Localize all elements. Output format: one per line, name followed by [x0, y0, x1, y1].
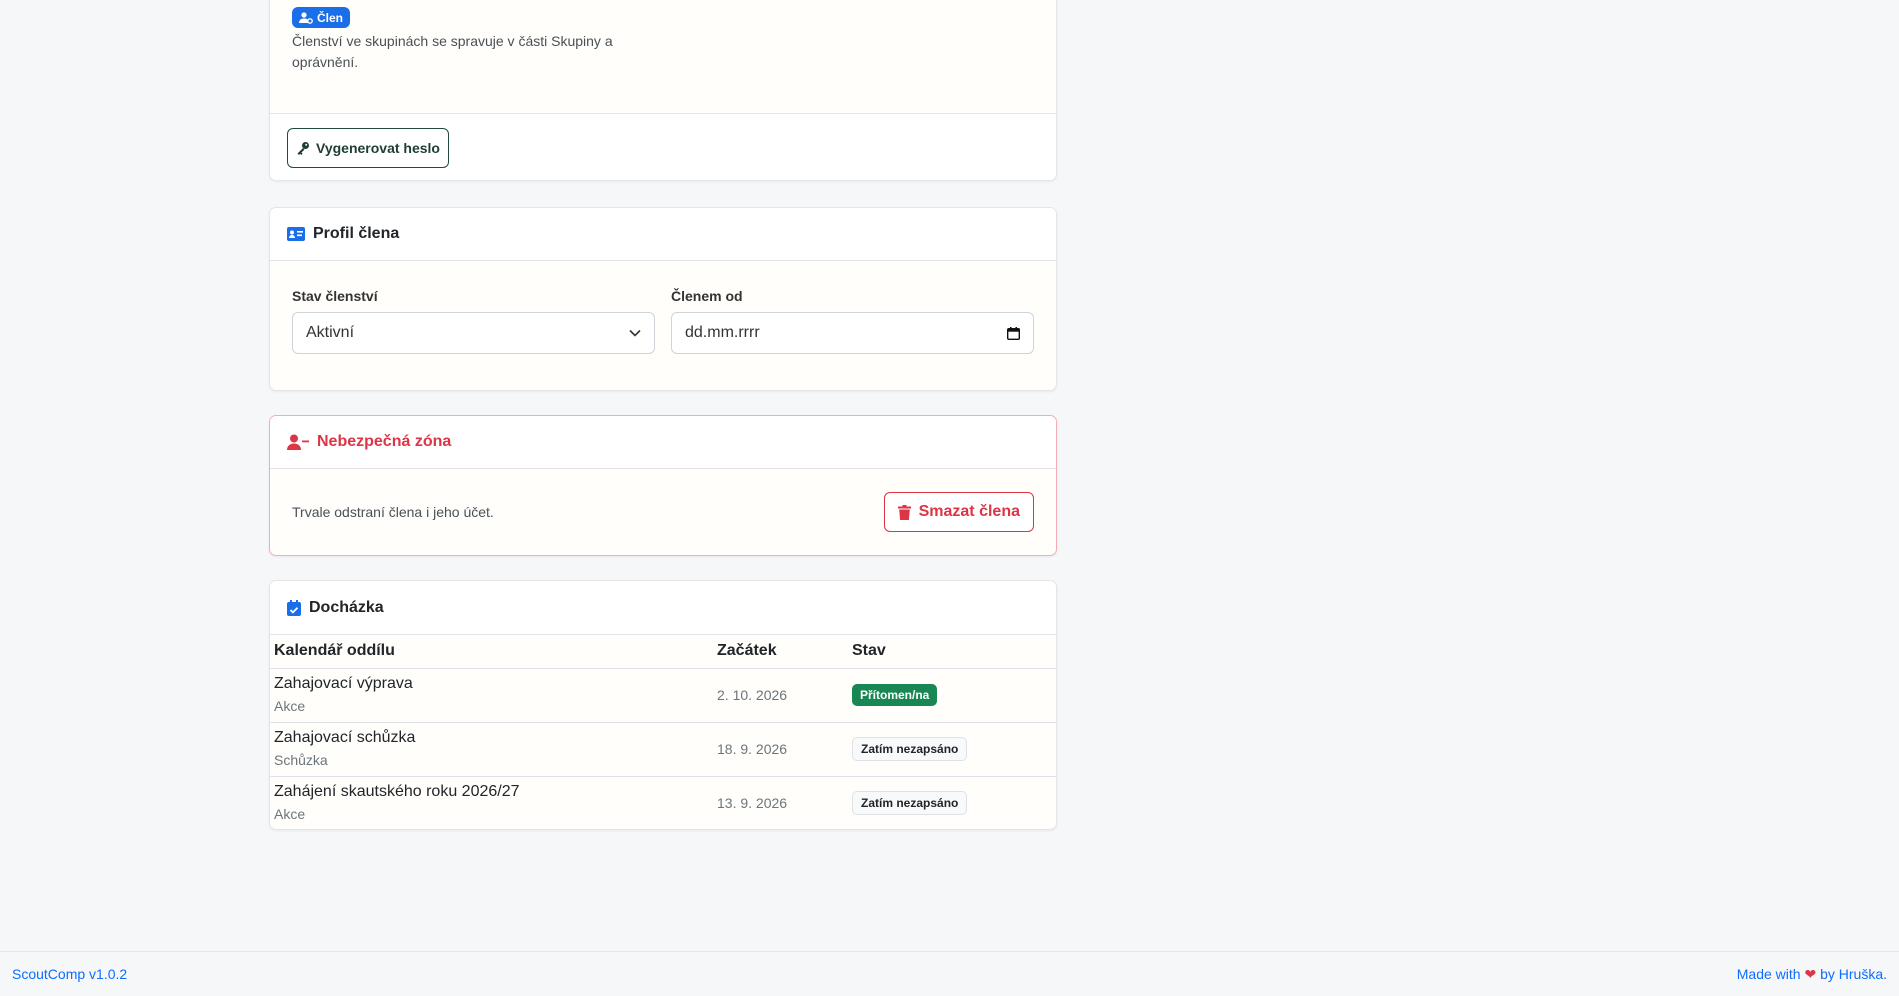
danger-zone-title: Nebezpečná zóna [317, 433, 452, 450]
event-date: 2. 10. 2026 [713, 668, 848, 723]
made-with-text: Made with [1736, 965, 1801, 982]
author-link[interactable]: Hruška. [1839, 966, 1887, 982]
app-version-link[interactable]: ScoutComp v1.0.2 [12, 966, 127, 982]
account-card-body: Člen Členství ve skupinách se spravuje v… [270, 0, 1056, 113]
membership-status-group: Stav členství Aktivní [292, 288, 655, 354]
member-since-label: Členem od [671, 288, 743, 304]
user-minus-icon [287, 434, 309, 450]
event-cell: Zahajovací schůzka Schůzka [270, 722, 713, 777]
made-with-credit: Made with ❤ by Hruška. [1737, 966, 1887, 983]
status-cell: Zatím nezapsáno [848, 776, 1056, 829]
event-type: Schůzka [274, 752, 328, 768]
member-since-placeholder: dd.mm.rrrr [685, 324, 760, 341]
column-calendar: Kalendář oddílu [270, 635, 713, 669]
account-card: Člen Členství ve skupinách se spravuje v… [269, 0, 1057, 181]
danger-zone-text: Trvale odstraní člena i jeho účet. [292, 504, 494, 520]
attendance-card-title: Docházka [309, 598, 384, 616]
status-badge: Přítomen/na [852, 684, 938, 706]
event-cell: Zahájení skautského roku 2026/27 Akce [270, 776, 713, 829]
profile-card-title: Profil člena [313, 225, 400, 242]
column-status: Stav [848, 635, 1056, 669]
chevron-down-icon [629, 329, 641, 337]
site-footer: ScoutComp v1.0.2 Made with ❤ by Hruška. [0, 951, 1899, 996]
membership-status-value: Aktivní [306, 324, 355, 341]
table-row: Zahajovací schůzka Schůzka 18. 9. 2026 Z… [270, 722, 1056, 777]
table-row: Zahájení skautského roku 2026/27 Akce 13… [270, 776, 1056, 829]
delete-member-label: Smazat člena [918, 503, 1020, 520]
event-date: 18. 9. 2026 [713, 722, 848, 777]
column-start: Začátek [713, 635, 848, 669]
attendance-table-header: Kalendář oddílu Začátek Stav [270, 635, 1056, 669]
heart-icon: ❤ [1804, 965, 1817, 982]
attendance-card-header: Docházka [270, 581, 1056, 635]
calendar-check-icon [287, 599, 301, 616]
event-title: Zahajovací výprava [274, 675, 413, 692]
status-cell: Přítomen/na [848, 668, 1056, 723]
event-date: 13. 9. 2026 [717, 795, 788, 812]
account-card-footer: Vygenerovat heslo [270, 113, 1056, 180]
trash-icon [897, 504, 911, 520]
membership-status-label: Stav členství [292, 288, 378, 304]
attendance-card: Docházka Kalendář oddílu Začátek Stav Za… [269, 580, 1057, 830]
membership-status-select[interactable]: Aktivní [292, 312, 655, 354]
role-badge: Člen [292, 7, 351, 28]
danger-zone-card: Nebezpečná zóna Trvale odstraní člena i … [269, 415, 1057, 556]
user-gear-icon [299, 11, 313, 24]
danger-zone-header: Nebezpečná zóna [270, 416, 1056, 469]
event-type: Akce [274, 698, 306, 714]
id-card-icon [287, 227, 305, 241]
key-icon [296, 141, 310, 155]
table-row: Zahajovací výprava Akce 2. 10. 2026 Přít… [270, 668, 1056, 723]
role-badge-label: Člen [317, 10, 344, 25]
generate-password-label: Vygenerovat heslo [316, 140, 440, 156]
delete-member-button[interactable]: Smazat člena [883, 492, 1034, 532]
danger-zone-body: Trvale odstraní člena i jeho účet. Smaza… [270, 469, 1056, 555]
event-type: Akce [274, 806, 306, 823]
event-title: Zahajovací schůzka [274, 729, 416, 746]
event-title: Zahájení skautského roku 2026/27 [274, 783, 520, 801]
membership-note: Členství ve skupinách se spravuje v část… [292, 33, 613, 70]
calendar-icon[interactable] [1007, 326, 1020, 340]
status-badge: Zatím nezapsáno [852, 791, 968, 816]
status-badge: Zatím nezapsáno [852, 737, 968, 761]
by-text: by [1820, 965, 1835, 982]
status-cell: Zatím nezapsáno [848, 722, 1056, 777]
member-since-date-input[interactable]: dd.mm.rrrr [671, 312, 1034, 354]
attendance-table: Kalendář oddílu Začátek Stav Zahajovací … [270, 635, 1056, 829]
generate-password-button[interactable]: Vygenerovat heslo [287, 128, 449, 168]
member-since-group: Členem od dd.mm.rrrr [671, 288, 1034, 354]
event-cell: Zahajovací výprava Akce [270, 668, 713, 723]
profile-card-body: Stav členství Aktivní Členem od dd.mm.rr… [270, 261, 1056, 354]
profile-card: Profil člena Stav členství Aktivní Člene… [269, 207, 1057, 391]
profile-card-header: Profil člena [270, 208, 1056, 261]
